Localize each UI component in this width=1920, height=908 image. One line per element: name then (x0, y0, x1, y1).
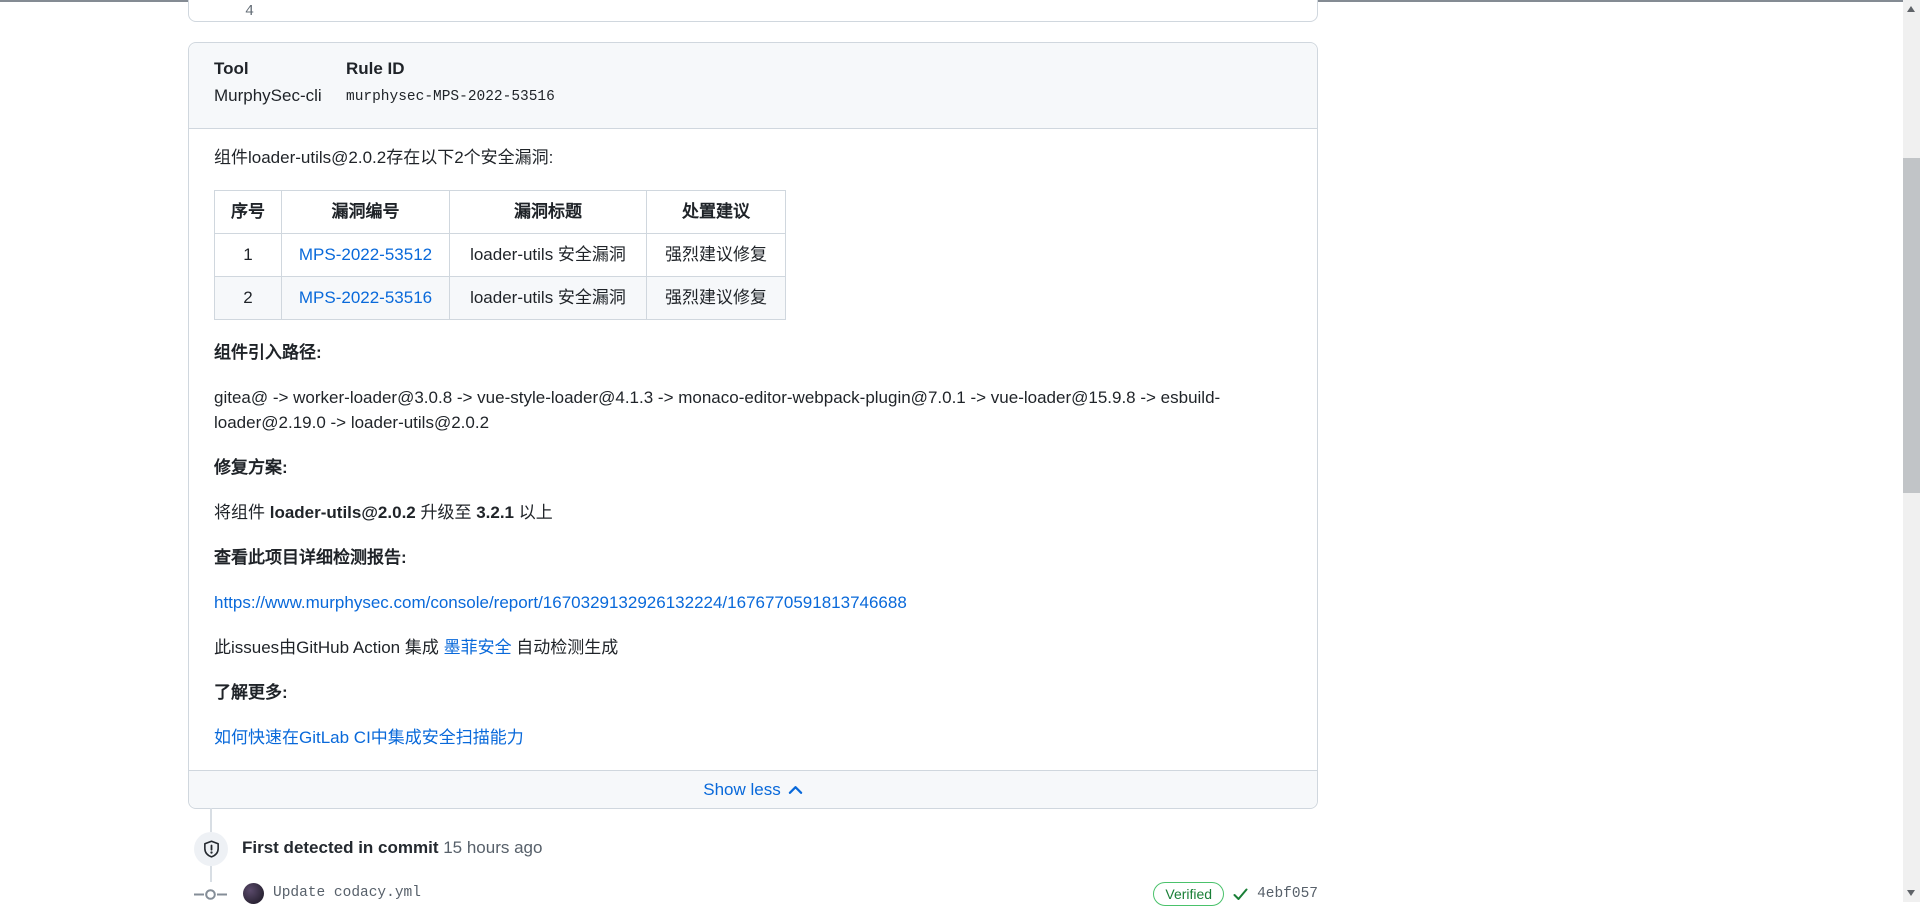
report-heading: 查看此项目详细检测报告: (214, 548, 407, 567)
generated-prefix: 此issues由GitHub Action 集成 (214, 638, 444, 657)
first-detected-row: First detected in commit 15 hours ago (242, 838, 542, 858)
cell-title: loader-utils 安全漏洞 (449, 276, 647, 320)
tool-label: Tool (214, 59, 249, 78)
col-header-title: 漏洞标题 (449, 190, 647, 234)
previous-comment-code-block: 4 (188, 0, 1318, 22)
chevron-up-icon (788, 785, 802, 794)
git-commit-icon (194, 889, 227, 900)
scrollbar-thumb[interactable] (1903, 158, 1920, 493)
timeline-connector (210, 808, 212, 832)
rule-id-value: murphysec-MPS-2022-53516 (346, 89, 555, 105)
cell-index: 2 (214, 276, 282, 320)
cell-title: loader-utils 安全漏洞 (449, 233, 647, 277)
fix-prefix: 将组件 (214, 503, 270, 522)
vulnerability-intro: 组件loader-utils@2.0.2存在以下2个安全漏洞: (214, 148, 554, 167)
vulnerability-table: 序号 漏洞编号 漏洞标题 处置建议 1 MPS-2022-53512 loade… (214, 190, 786, 320)
detected-time: 15 hours ago (443, 838, 543, 857)
vuln-id-link[interactable]: MPS-2022-53516 (299, 288, 432, 307)
cell-index: 1 (214, 233, 282, 277)
show-less-button[interactable]: Show less (189, 770, 1317, 808)
table-row: 2 MPS-2022-53516 loader-utils 安全漏洞 强烈建议修… (214, 276, 786, 320)
scrollbar-up-icon[interactable] (1907, 6, 1915, 12)
fix-component: loader-utils@2.0.2 (269, 503, 416, 522)
timeline-connector (210, 866, 212, 882)
fix-middle: 升级至 (415, 503, 477, 522)
learn-more-link[interactable]: 如何快速在GitLab CI中集成安全扫描能力 (214, 728, 524, 747)
path-heading: 组件引入路径: (214, 343, 322, 362)
cell-vuln-id: MPS-2022-53512 (281, 233, 450, 277)
col-header-vuln-id: 漏洞编号 (281, 190, 450, 234)
avatar[interactable] (243, 883, 264, 904)
verified-badge[interactable]: Verified (1153, 882, 1225, 906)
table-header-row: 序号 漏洞编号 漏洞标题 处置建议 (214, 190, 786, 234)
learn-more-heading: 了解更多: (214, 683, 288, 702)
report-url-link[interactable]: https://www.murphysec.com/console/report… (214, 593, 907, 612)
generated-suffix: 自动检测生成 (511, 638, 619, 657)
timeline-badge (194, 832, 228, 866)
generated-by-row: 此issues由GitHub Action 集成 墨菲安全 自动检测生成 (214, 635, 1292, 660)
commit-message-link[interactable]: Update codacy.yml (273, 885, 421, 901)
fix-heading: 修复方案: (214, 458, 288, 477)
show-less-label: Show less (703, 779, 781, 799)
col-header-advice: 处置建议 (646, 190, 786, 234)
tool-value: MurphySec-cli (214, 86, 322, 105)
col-header-index: 序号 (214, 190, 282, 234)
rule-id-label: Rule ID (346, 59, 405, 78)
fix-advice: 将组件 loader-utils@2.0.2 升级至 3.2.1 以上 (214, 500, 1292, 525)
scan-result-header: Tool MurphySec-cli Rule ID murphysec-MPS… (189, 43, 1317, 129)
vuln-id-link[interactable]: MPS-2022-53512 (299, 245, 432, 264)
comment-body: 组件loader-utils@2.0.2存在以下2个安全漏洞: 序号 漏洞编号 … (189, 129, 1317, 750)
scrollbar-down-icon[interactable] (1907, 890, 1915, 896)
shield-alert-icon (203, 839, 219, 858)
report-link-row: https://www.murphysec.com/console/report… (214, 590, 1292, 615)
commit-row: Update codacy.yml Verified 4ebf057 (188, 882, 1318, 908)
detected-label: First detected in commit (242, 838, 439, 857)
cell-advice: 强烈建议修复 (646, 276, 786, 320)
murphysec-link[interactable]: 墨菲安全 (444, 638, 512, 657)
fix-suffix: 以上 (514, 503, 553, 522)
learn-more-row: 如何快速在GitLab CI中集成安全扫描能力 (214, 725, 1292, 750)
cell-advice: 强烈建议修复 (646, 233, 786, 277)
commit-sha-link[interactable]: 4ebf057 (1257, 886, 1318, 902)
cell-vuln-id: MPS-2022-53516 (281, 276, 450, 320)
fix-version: 3.2.1 (476, 503, 515, 522)
issue-comment-card: Tool MurphySec-cli Rule ID murphysec-MPS… (188, 42, 1318, 809)
scrollbar[interactable] (1903, 0, 1920, 902)
dependency-path: gitea@ -> worker-loader@3.0.8 -> vue-sty… (214, 388, 1221, 432)
code-line-number: 4 (245, 3, 255, 20)
table-row: 1 MPS-2022-53512 loader-utils 安全漏洞 强烈建议修… (214, 233, 786, 277)
check-icon (1233, 888, 1248, 900)
